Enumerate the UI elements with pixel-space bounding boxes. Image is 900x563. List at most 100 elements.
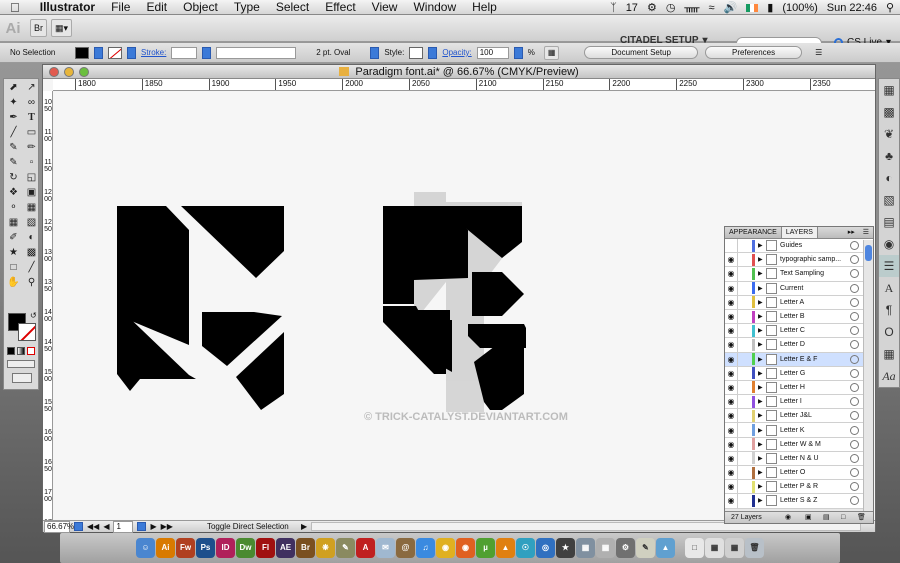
layer-row[interactable]: ◉ ▶ Letter I	[725, 395, 873, 410]
expand-triangle-icon[interactable]: ▶	[758, 256, 766, 263]
address-book-icon[interactable]: @	[396, 538, 415, 558]
expand-triangle-icon[interactable]: ▶	[758, 242, 766, 249]
time-machine-icon[interactable]: ◷	[666, 1, 676, 14]
layer-name[interactable]: Letter B	[780, 313, 850, 320]
lock-toggle[interactable]	[737, 380, 749, 395]
target-circle-icon[interactable]	[850, 496, 859, 506]
layer-row[interactable]: ◉ ▶ Letter P & R	[725, 480, 873, 495]
opentype-panel-icon[interactable]: O	[879, 321, 899, 343]
layer-name[interactable]: Current	[780, 285, 850, 292]
zoom-window-icon[interactable]	[79, 67, 89, 77]
menu-effect[interactable]: Effect	[317, 0, 363, 15]
activity-dock-icon[interactable]: ▲	[656, 538, 675, 558]
flash-dock-icon[interactable]: Fl	[256, 538, 275, 558]
direct-selection-tool-icon[interactable]: ↗	[23, 81, 40, 95]
expand-triangle-icon[interactable]: ▶	[758, 285, 766, 292]
vlc-dock-icon[interactable]: ▲	[496, 538, 515, 558]
color-button-icon[interactable]	[7, 347, 15, 355]
target-circle-icon[interactable]	[850, 453, 859, 463]
first-artboard-button[interactable]: ◀◀	[87, 522, 99, 531]
wifi-icon[interactable]: ≈	[709, 2, 715, 14]
visibility-eye-icon[interactable]: ◉	[725, 468, 737, 477]
free-transform-tool-icon[interactable]: ▣	[23, 186, 40, 200]
color-panel-icon[interactable]: ▦	[879, 79, 899, 101]
layer-row[interactable]: ◉ ▶ Text Sampling	[725, 267, 873, 282]
layer-row[interactable]: ◉ ▶ Letter H	[725, 380, 873, 396]
volume-icon[interactable]: 🔊	[724, 1, 738, 14]
symbols-panel-icon[interactable]: ♣	[879, 145, 899, 167]
visibility-eye-icon[interactable]: ◉	[725, 298, 737, 307]
visibility-eye-icon[interactable]: ◉	[725, 340, 737, 349]
lock-toggle[interactable]	[737, 338, 749, 352]
previous-artboard-button[interactable]: ◀	[103, 522, 109, 531]
menu-edit[interactable]: Edit	[138, 0, 175, 15]
swap-fill-stroke-icon[interactable]: ↺	[30, 311, 37, 320]
layer-row[interactable]: ◉ ▶ Letter A	[725, 295, 873, 310]
mesh-tool-icon[interactable]: ▦	[5, 216, 22, 230]
blob-brush-tool-icon[interactable]: ✎	[5, 156, 22, 170]
stroke-weight-dropdown[interactable]	[202, 46, 212, 59]
align-panel-icon[interactable]: ▤	[879, 211, 899, 233]
expand-triangle-icon[interactable]: ▶	[758, 341, 766, 348]
artboard-dropdown[interactable]	[137, 522, 147, 531]
target-circle-icon[interactable]	[850, 297, 859, 307]
new-layer-icon[interactable]: □	[841, 512, 845, 524]
rectangle-tool-icon[interactable]: ▭	[23, 126, 40, 140]
brush-dropdown[interactable]	[370, 46, 380, 59]
eraser-tool-icon[interactable]: ▫	[23, 156, 40, 170]
target-circle-icon[interactable]	[850, 326, 859, 336]
target-circle-icon[interactable]	[850, 482, 859, 492]
lock-toggle[interactable]	[737, 239, 749, 253]
layer-name[interactable]: Letter K	[780, 427, 850, 434]
bridge-dock-icon[interactable]: Br	[296, 538, 315, 558]
lock-toggle[interactable]	[737, 437, 749, 451]
delete-layer-icon[interactable]: 🗑	[857, 512, 866, 524]
menu-select[interactable]: Select	[268, 0, 317, 15]
variable-width-field[interactable]	[216, 46, 297, 59]
visibility-eye-icon[interactable]: ◉	[725, 397, 737, 406]
lock-toggle[interactable]	[737, 409, 749, 423]
opacity-field[interactable]: 100	[476, 46, 509, 59]
clock[interactable]: Sun 22:46	[827, 2, 877, 14]
indesign-dock-icon[interactable]: ID	[216, 538, 235, 558]
expand-triangle-icon[interactable]: ▶	[758, 370, 766, 377]
flag-icon[interactable]	[746, 3, 759, 12]
pencil-tool-icon[interactable]: ✏	[23, 141, 40, 155]
lock-toggle[interactable]	[737, 451, 749, 465]
expand-triangle-icon[interactable]: ▶	[758, 313, 766, 320]
rotate-tool-icon[interactable]: ↻	[5, 171, 22, 185]
graphic-styles-panel-icon[interactable]: ◐	[879, 167, 899, 189]
appearance-panel-icon[interactable]: ◉	[879, 233, 899, 255]
utorrent-dock-icon[interactable]: µ	[476, 538, 495, 558]
status-menu-icon[interactable]: ▶	[301, 522, 307, 531]
trash-icon[interactable]: 🗑	[745, 538, 764, 558]
layer-name[interactable]: Letter E & F	[780, 356, 850, 363]
blend-tool-icon[interactable]: ◐	[23, 231, 40, 245]
tab-layers[interactable]: LAYERS	[780, 227, 818, 238]
preview-dock-icon[interactable]: ▦	[576, 538, 595, 558]
app-store-dock-icon[interactable]: ▦	[596, 538, 615, 558]
magic-wand-tool-icon[interactable]: ✦	[5, 96, 22, 110]
gear-icon[interactable]: ⚙	[647, 1, 657, 14]
applications-stack-icon[interactable]: ▦	[725, 538, 744, 558]
expand-triangle-icon[interactable]: ▶	[758, 270, 766, 277]
visibility-eye-icon[interactable]: ◉	[725, 496, 737, 505]
make-clipping-mask-icon[interactable]: ▣	[805, 512, 812, 524]
layer-name[interactable]: Letter G	[780, 370, 850, 377]
lock-toggle[interactable]	[737, 494, 749, 508]
imovie-dock-icon[interactable]: ★	[556, 538, 575, 558]
swatches-panel-icon[interactable]: ▩	[879, 101, 899, 123]
create-sublayer-icon[interactable]: ▤	[823, 512, 830, 524]
illustrator-dock-icon[interactable]: Ai	[156, 538, 175, 558]
drawing-mode-buttons[interactable]	[7, 360, 35, 368]
status-tool-text[interactable]: Toggle Direct Selection	[207, 522, 297, 531]
brushes-panel-icon[interactable]: ❦	[879, 123, 899, 145]
lock-toggle[interactable]	[737, 395, 749, 409]
target-circle-icon[interactable]	[850, 269, 859, 279]
panel-menu-icon[interactable]: ☰	[859, 227, 873, 238]
expand-triangle-icon[interactable]: ▶	[758, 299, 766, 306]
visibility-eye-icon[interactable]: ◉	[725, 383, 737, 392]
transform-panel-icon[interactable]: ▦	[879, 343, 899, 365]
eyedropper-tool-icon[interactable]: ✐	[5, 231, 22, 245]
layer-name[interactable]: Letter J&L	[780, 412, 850, 419]
